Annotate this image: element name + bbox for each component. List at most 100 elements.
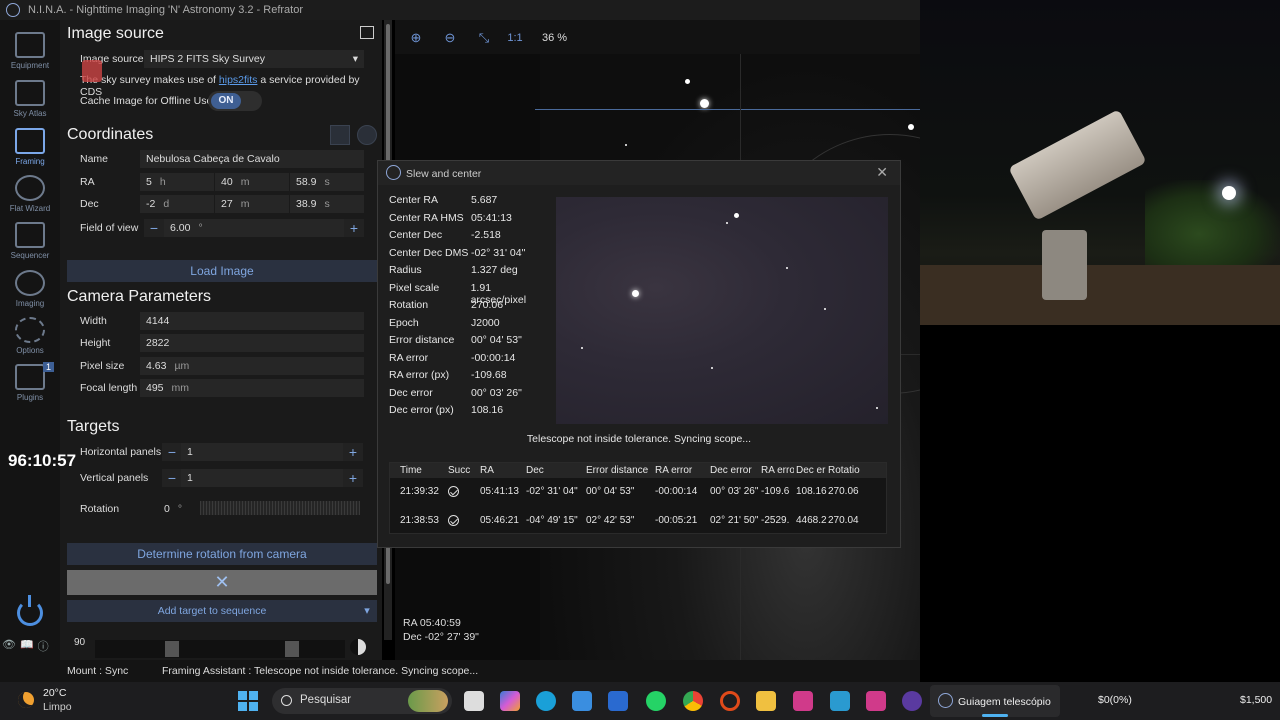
history-header-cell[interactable]: Dec	[526, 465, 582, 476]
vpanels-increase-button[interactable]: +	[343, 469, 363, 487]
copilot-icon[interactable]	[500, 691, 520, 711]
add-target-to-sequence-button[interactable]: Add target to sequence	[67, 600, 357, 622]
wall	[920, 265, 1280, 325]
dec-seconds-field[interactable]: 38.9 s	[290, 195, 364, 213]
nav-equipment[interactable]: Equipment	[0, 32, 60, 70]
focal-length-field[interactable]: 495 mm	[140, 379, 364, 397]
nav-sky-atlas[interactable]: Sky Atlas	[0, 80, 60, 118]
nav-plugins[interactable]: Plugins 1	[0, 362, 60, 402]
fit-to-screen-icon[interactable]: ⤡	[471, 26, 497, 50]
contrast-icon[interactable]	[350, 639, 366, 655]
rotation-unit: °	[177, 503, 183, 515]
cache-toggle[interactable]: ON	[208, 91, 262, 111]
overlay-app-icon	[82, 60, 102, 82]
close-icon[interactable]: ✕	[876, 164, 888, 181]
power-icon[interactable]	[17, 595, 43, 626]
opera-icon[interactable]	[720, 691, 740, 711]
solve-history-table[interactable]: Time Succ RA Dec Error distance RA error Dec e…	[389, 462, 887, 534]
book-icon[interactable]: 📖	[20, 638, 34, 654]
add-target-dropdown-chevron-icon[interactable]: ▾	[357, 600, 377, 622]
nav-sequencer[interactable]: Sequencer	[0, 222, 60, 260]
nav-framing[interactable]: Framing	[0, 128, 60, 166]
hips2fits-link[interactable]: hips2fits	[219, 74, 258, 86]
app-icon[interactable]	[608, 691, 628, 711]
hpanels-field[interactable]: 1	[181, 443, 343, 461]
scope-coords-icon[interactable]	[330, 125, 350, 145]
history-header-cell[interactable]: RA error	[655, 465, 705, 476]
history-header-cell[interactable]: Time	[400, 465, 445, 476]
history-header-cell[interactable]: RA erro	[761, 465, 794, 476]
history-cell: -04° 49' 15"	[526, 515, 578, 526]
active-task-button[interactable]: Guiagem telescópio	[930, 685, 1060, 717]
name-label: Name	[80, 153, 109, 165]
zoom-in-icon[interactable]: ⊕	[403, 26, 429, 50]
info-icon[interactable]: ⓘ	[38, 638, 49, 654]
dec-minutes-value: 27	[221, 198, 233, 210]
app-icon-pink[interactable]	[793, 691, 813, 711]
width-field[interactable]: 4144	[140, 312, 364, 330]
load-image-button[interactable]: Load Image	[67, 260, 377, 282]
one-to-one-button[interactable]: 1:1	[502, 26, 528, 50]
weather-temp[interactable]: 20°C	[43, 687, 66, 699]
bottom-slider[interactable]	[95, 640, 345, 658]
fov-increase-button[interactable]: +	[344, 219, 364, 237]
edge-icon[interactable]	[536, 691, 556, 711]
determine-rotation-button[interactable]: Determine rotation from camera	[67, 543, 377, 565]
whatsapp-icon[interactable]	[646, 691, 666, 711]
result-row: Rotation 270.06	[389, 299, 549, 311]
manual-book-icon[interactable]	[360, 26, 374, 39]
ra-hours-field[interactable]: 5h	[140, 173, 214, 191]
history-header-cell[interactable]: RA	[480, 465, 520, 476]
dec-minutes-field[interactable]: 27 m	[215, 195, 289, 213]
rotation-slider[interactable]	[200, 501, 360, 515]
hpanels-decrease-button[interactable]: −	[162, 443, 182, 461]
ra-minutes-field[interactable]: 40 m	[215, 173, 289, 191]
start-icon[interactable]	[238, 691, 258, 711]
history-header-cell[interactable]: Error distance	[586, 465, 652, 476]
focal-length-value: 495	[146, 382, 164, 394]
history-header-cell[interactable]: Succ	[448, 465, 472, 476]
chrome-icon[interactable]	[683, 691, 703, 711]
fov-unit: °	[198, 222, 203, 234]
fov-field[interactable]: 6.00 °	[164, 219, 344, 237]
ra-seconds-field[interactable]: 58.9 s	[290, 173, 364, 191]
slider-thumb[interactable]	[165, 641, 179, 657]
height-field[interactable]: 2822	[140, 334, 364, 352]
store-icon[interactable]	[572, 691, 592, 711]
eye-icon[interactable]: 👁	[2, 638, 16, 654]
moon-weather-icon[interactable]	[18, 692, 34, 708]
nav-options[interactable]: Options	[0, 317, 60, 355]
result-value: -2.518	[471, 229, 501, 241]
task-view-icon[interactable]	[464, 691, 484, 711]
vpanels-decrease-button[interactable]: −	[162, 469, 182, 487]
history-cell: 270.04	[828, 515, 859, 526]
folder-icon[interactable]	[756, 691, 776, 711]
history-cell: 05:41:13	[480, 486, 519, 497]
history-header-cell[interactable]: Dec error	[710, 465, 760, 476]
telescope-tube	[1008, 109, 1147, 221]
location-pin-icon[interactable]	[357, 125, 377, 145]
nav-flat-wizard[interactable]: Flat Wizard	[0, 175, 60, 213]
app-icon-purple[interactable]	[902, 691, 922, 711]
image-source-select[interactable]: HIPS 2 FITS Sky Survey ▾	[144, 50, 364, 68]
focal-length-label: Focal length	[80, 382, 138, 394]
weather-desc[interactable]: Limpo	[43, 701, 72, 713]
zoom-out-icon[interactable]: ⊖	[437, 26, 463, 50]
history-header-cell[interactable]: Dec err	[796, 465, 826, 476]
history-header-cell[interactable]: Rotatio	[828, 465, 868, 476]
pixel-size-field[interactable]: 4.63 µm	[140, 357, 364, 375]
rotation-field[interactable]: 0 °	[164, 503, 182, 515]
app-icon-blue[interactable]	[830, 691, 850, 711]
result-key: Error distance	[389, 334, 455, 346]
hpanels-increase-button[interactable]: +	[343, 443, 363, 461]
dec-degrees-field[interactable]: -2 d	[140, 195, 214, 213]
search-highlight-icon[interactable]	[408, 690, 448, 712]
vpanels-field[interactable]: 1	[181, 469, 343, 487]
close-x-icon[interactable]: ✕	[67, 570, 377, 595]
target-name-field[interactable]: Nebulosa Cabeça de Cavalo	[140, 150, 364, 168]
fov-decrease-button[interactable]: −	[144, 219, 164, 237]
coordinates-title: Coordinates	[67, 126, 154, 143]
nav-imaging[interactable]: Imaging	[0, 270, 60, 308]
slider-thumb[interactable]	[285, 641, 299, 657]
app-icon-pink-2[interactable]	[866, 691, 886, 711]
